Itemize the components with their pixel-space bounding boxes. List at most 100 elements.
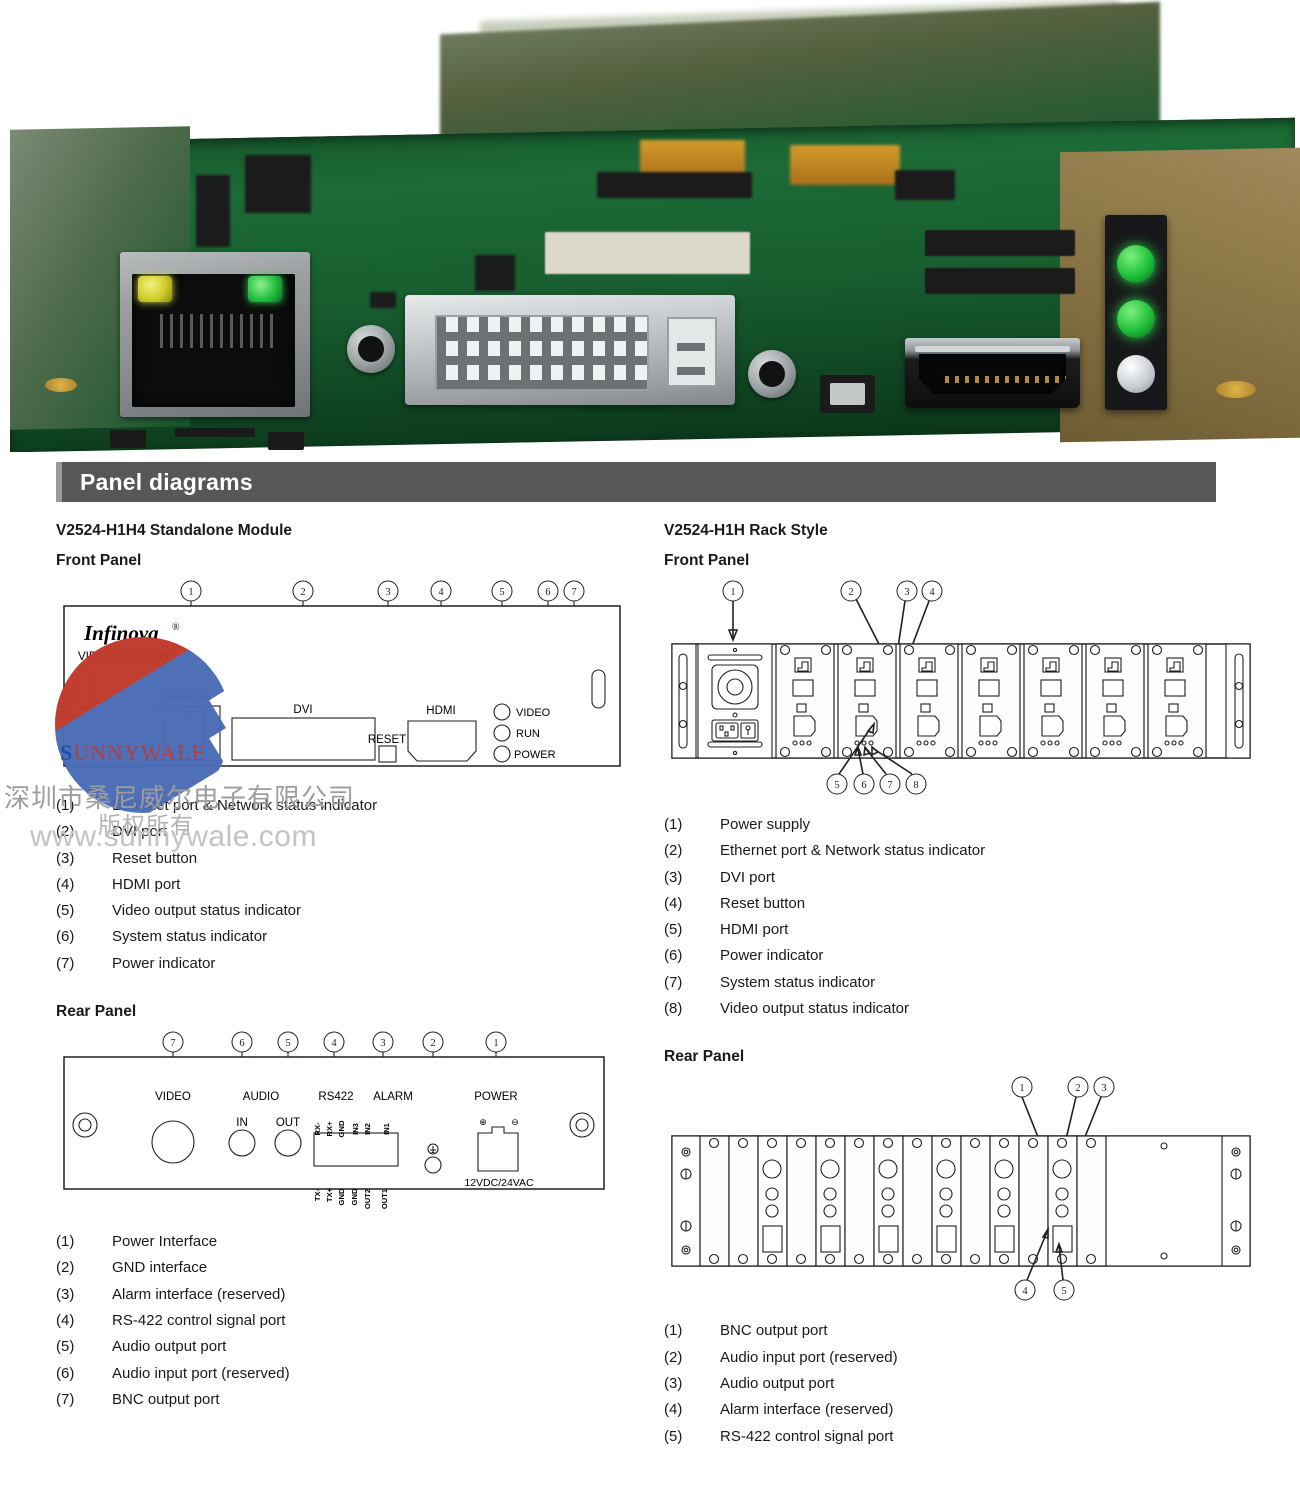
pcb-standoff <box>268 432 304 450</box>
legend-item: (4) Reset button <box>664 891 1264 917</box>
left-rear-panel-heading: Rear Panel <box>56 1003 137 1021</box>
legend-number: (6) <box>56 1364 75 1382</box>
legend-number: (3) <box>56 849 75 867</box>
legend-number: (3) <box>664 1374 683 1392</box>
svg-text:4: 4 <box>331 1038 337 1049</box>
dvi-pin-field <box>435 315 649 391</box>
legend-number: (2) <box>56 823 75 841</box>
legend-text: HDMI port <box>720 921 789 939</box>
legend-item: (1) Power Interface <box>56 1229 656 1255</box>
legend-item: (2) DVI port <box>56 819 656 845</box>
legend-text: Audio output port <box>112 1338 227 1356</box>
pcb-gold-edge <box>1060 147 1300 443</box>
svg-text:RX-: RX- <box>313 1122 322 1136</box>
legend-text: BNC output port <box>720 1322 828 1340</box>
rj45-tab-slot <box>184 274 246 304</box>
hdmi-port-icon <box>793 715 816 737</box>
svg-text:5: 5 <box>285 1038 290 1049</box>
legend-number: (5) <box>56 1338 75 1356</box>
label-audio-in: IN <box>236 1117 248 1129</box>
left-column: V2524-H1H4 Standalone Module Front Panel… <box>56 522 656 1413</box>
svg-text:5: 5 <box>499 587 504 598</box>
svg-text:6: 6 <box>545 587 550 598</box>
legend-number: (5) <box>56 902 75 920</box>
ic-chip <box>196 175 230 247</box>
legend-text: BNC output port <box>112 1390 220 1408</box>
label-alarm: ALARM <box>373 1091 413 1103</box>
legend-text: DVI port <box>720 868 776 886</box>
reset-tact-switch <box>820 375 875 413</box>
legend-text: Power indicator <box>112 954 216 972</box>
standalone-front-panel-diagram: 1 2 3 4 5 6 7 Infinova ® VIDEO DECODER E… <box>63 580 621 767</box>
decoder-slots <box>775 643 1207 759</box>
ic-chip <box>475 255 515 291</box>
legend-number: (3) <box>664 868 683 886</box>
legend-item: (4) RS-422 control signal port <box>56 1308 656 1334</box>
pcb-standoff <box>110 430 146 448</box>
legend-text: Power indicator <box>720 947 824 965</box>
led-green-2 <box>1117 300 1155 338</box>
legend-item: (1) Power supply <box>664 812 1264 838</box>
legend-number: (5) <box>664 1427 683 1445</box>
decoder-slot <box>961 643 1021 759</box>
legend-item: (1) BNC output port <box>664 1318 1264 1344</box>
decoder-slot <box>899 643 959 759</box>
label-reset: RESET <box>368 734 406 746</box>
legend-text: RS-422 control signal port <box>112 1311 286 1329</box>
ethernet-port-icon <box>794 657 812 673</box>
svg-text:TX+: TX+ <box>325 1187 334 1202</box>
legend-item: (3) DVI port <box>664 865 1264 891</box>
legend-number: (4) <box>664 1401 683 1419</box>
dvi-screw-post-left <box>347 325 395 373</box>
legend-item: (6) Audio input port (reserved) <box>56 1361 656 1387</box>
label-led-video: VIDEO <box>516 707 551 719</box>
terminal-block <box>313 1132 399 1167</box>
rear-slot-strips <box>699 1135 1107 1267</box>
led-green-1 <box>1117 245 1155 283</box>
label-led-run: RUN <box>516 728 540 740</box>
right-model-title: V2524-H1H Rack Style <box>664 522 828 539</box>
legend-number: (4) <box>56 1311 75 1329</box>
svg-text:3: 3 <box>380 1038 385 1049</box>
status-led-bar <box>1105 215 1167 410</box>
decoder-slot <box>1085 643 1145 759</box>
legend-item: (5) Video output status indicator <box>56 898 656 924</box>
legend-number: (7) <box>664 973 683 991</box>
left-model-title: V2524-H1H4 Standalone Module <box>56 522 293 539</box>
ic-chip <box>597 172 752 198</box>
ic-chip <box>925 230 1075 256</box>
legend-item: (4) HDMI port <box>56 872 656 898</box>
svg-text:1: 1 <box>493 1038 498 1049</box>
label-hdmi: HDMI <box>426 705 455 717</box>
svg-text:7: 7 <box>170 1038 175 1049</box>
legend-text: Audio input port (reserved) <box>112 1364 290 1382</box>
svg-text:OUT2: OUT2 <box>363 1189 372 1209</box>
connector-header <box>545 232 750 274</box>
power-supply-module <box>697 643 773 759</box>
svg-text:2: 2 <box>300 587 305 598</box>
legend-item: (2) GND interface <box>56 1255 656 1281</box>
rj45-link-led-amber <box>138 276 172 302</box>
svg-text:GND: GND <box>337 1188 346 1205</box>
legend-item: (3) Audio output port <box>664 1371 1264 1397</box>
legend-number: (7) <box>56 1390 75 1408</box>
svg-text:⊕: ⊕ <box>479 1117 487 1127</box>
label-audio: AUDIO <box>243 1091 279 1103</box>
legend-item: (6) Power indicator <box>664 943 1264 969</box>
svg-text:GND: GND <box>337 1120 346 1137</box>
legend-text: Video output status indicator <box>720 1000 910 1018</box>
legend-number: (4) <box>56 875 75 893</box>
svg-text:2: 2 <box>848 587 853 598</box>
right-rear-panel-heading: Rear Panel <box>664 1048 745 1066</box>
legend-text: RS-422 control signal port <box>720 1427 894 1445</box>
rack-rear-panel-diagram: 1 2 3 4 5 <box>671 1076 1251 1301</box>
standalone-front-legend: (1) Ethernet port & Network status indic… <box>56 793 656 977</box>
standalone-rear-panel-diagram: 7 6 5 4 3 2 1 VIDEO AUDIO RS422 ALARM PO… <box>63 1031 605 1209</box>
terminal-bottom-labels: TX- TX+ GND GND OUT2 OUT1 <box>313 1187 389 1209</box>
svg-text:GND: GND <box>350 1188 359 1205</box>
svg-text:IN1: IN1 <box>382 1122 391 1135</box>
brand-infinova: Infinova <box>83 621 159 645</box>
hdmi-shell-lip <box>915 346 1070 352</box>
svg-text:1: 1 <box>1019 1083 1024 1094</box>
legend-item: (5) RS-422 control signal port <box>664 1424 1264 1450</box>
